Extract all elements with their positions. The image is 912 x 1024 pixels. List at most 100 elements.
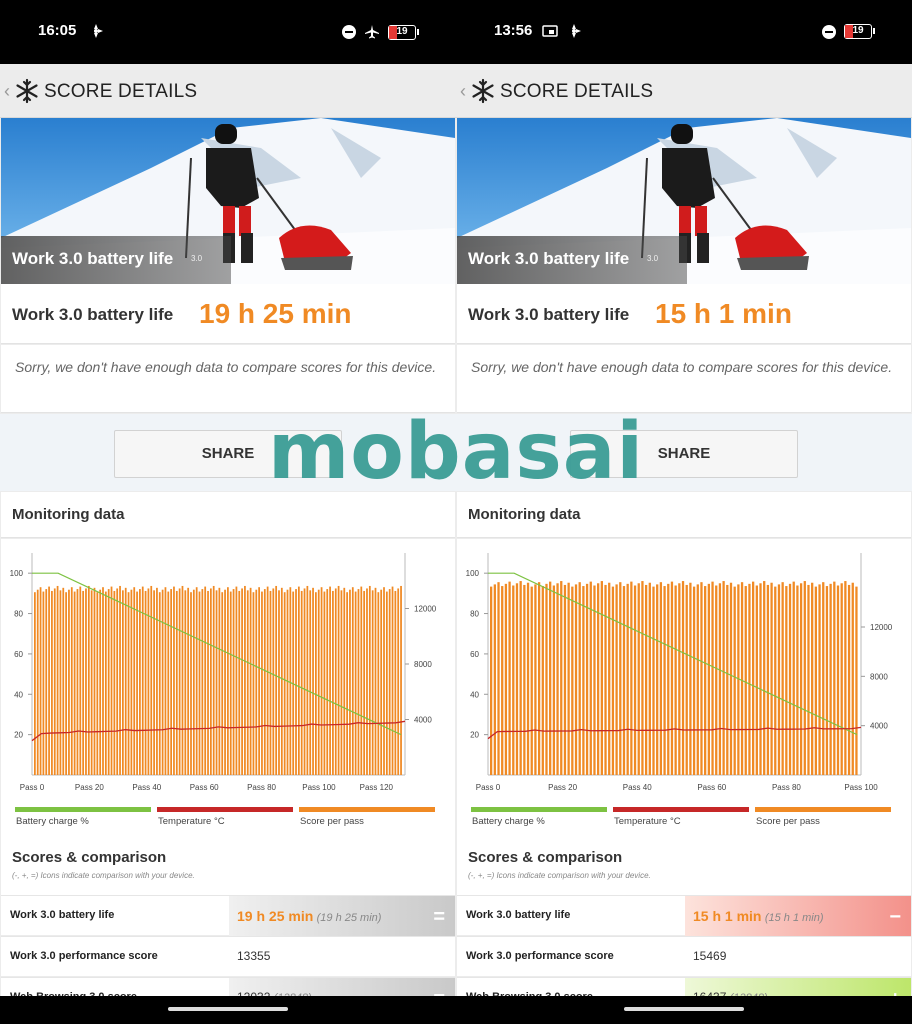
score-bar — [523, 584, 526, 775]
score-bar — [633, 585, 637, 775]
score-bar — [718, 583, 722, 775]
nav-bar — [456, 996, 912, 1024]
score-bar — [323, 591, 326, 775]
score-bar — [303, 588, 306, 775]
battery-icon: 19 — [844, 24, 875, 39]
score-bar — [266, 586, 269, 775]
y-tick-label: 40 — [470, 690, 479, 699]
y-tick-label: 20 — [14, 731, 23, 740]
back-icon[interactable]: ‹ — [4, 81, 10, 102]
page-title: SCORE DETAILS — [44, 81, 198, 102]
score-bar — [400, 585, 402, 775]
chart-svg: 100 80 60 40 20 12000 8000 4000 Pass 0 Pass 20 Pas… — [10, 553, 437, 827]
score-bar — [34, 592, 36, 775]
score-bar — [170, 589, 173, 775]
score-bar — [388, 589, 391, 775]
score-bar — [766, 584, 770, 775]
score-bar — [354, 591, 357, 775]
score-bar — [563, 584, 567, 775]
score-bar — [221, 592, 224, 775]
score-bar — [534, 584, 537, 775]
legend-swatch — [613, 807, 749, 812]
score-bar — [238, 590, 241, 775]
score-bar — [244, 585, 246, 775]
score-bar — [803, 581, 806, 775]
nav-bar — [0, 996, 456, 1024]
y-tick-label: 60 — [470, 650, 479, 659]
score-bar — [45, 589, 48, 775]
score-bar — [173, 586, 175, 775]
score-bar — [39, 587, 42, 775]
score-bar — [332, 590, 334, 775]
x-tick-label: Pass 0 — [476, 783, 501, 792]
score-bar — [241, 588, 243, 775]
scores-title: Scores & comparison — [12, 849, 167, 866]
score-bar — [320, 587, 323, 775]
no-data-message: Sorry, we don't have enough data to comp… — [457, 345, 911, 413]
score-bar — [733, 586, 736, 775]
score-bar — [190, 592, 192, 775]
airplane-icon — [365, 25, 379, 39]
status-bar: 16:05 19 — [0, 0, 456, 64]
score-bar — [578, 582, 581, 775]
score-bar — [707, 583, 710, 775]
score-bar — [619, 582, 622, 775]
screen-left: 16:05 19 ‹ SCORE DETAILS Work 3.0 batter… — [0, 0, 456, 1024]
score-bar — [357, 589, 360, 775]
score-bar — [822, 582, 825, 775]
score-bar — [337, 585, 340, 775]
score-bar — [156, 587, 158, 775]
no-data-message: Sorry, we don't have enough data to comp… — [1, 345, 455, 413]
score-bar — [630, 581, 633, 775]
table-row: Work 3.0 performance score 13355 — [1, 936, 455, 976]
score-bar — [700, 582, 703, 775]
score-bar — [113, 590, 116, 775]
score-bar — [198, 591, 201, 775]
score-bar — [515, 583, 519, 775]
score-bar — [792, 581, 795, 775]
score-bar — [227, 587, 229, 775]
score-bar — [158, 592, 161, 775]
y2-tick-label: 12000 — [870, 623, 893, 632]
hero-label: Work 3.0 battery life 3.0 — [457, 236, 687, 284]
score-bar — [374, 587, 377, 775]
score-value: 19 h 25 min — [199, 298, 352, 329]
x-tick-label: Pass 60 — [697, 783, 726, 792]
fan-icon — [94, 24, 103, 38]
score-bar — [326, 589, 329, 775]
score-bar — [184, 590, 187, 775]
score-bar — [136, 591, 138, 775]
home-indicator[interactable] — [624, 1007, 744, 1011]
x-tick-label: Pass 120 — [360, 783, 394, 792]
score-bar — [501, 586, 504, 775]
x-tick-label: Pass 60 — [190, 783, 219, 792]
score-bar — [87, 585, 90, 775]
monitoring-title: Monitoring data — [468, 506, 581, 523]
score-bar — [164, 587, 167, 775]
back-icon[interactable]: ‹ — [460, 81, 466, 102]
dnd-icon — [822, 24, 836, 39]
score-bar — [252, 592, 255, 775]
header: ‹ SCORE DETAILS — [0, 64, 456, 118]
score-bar — [62, 587, 65, 775]
score-bar — [181, 585, 184, 775]
y2-tick-label: 4000 — [870, 722, 888, 731]
score-bar — [818, 584, 821, 775]
home-indicator[interactable] — [168, 1007, 288, 1011]
score-bar — [141, 586, 144, 775]
monitoring-header: Monitoring data — [1, 492, 455, 538]
score-bar — [102, 587, 104, 775]
score-bar — [729, 582, 733, 775]
score-bar — [770, 582, 773, 775]
score-bar — [493, 584, 496, 775]
score-value: 15 h 1 min — [655, 298, 792, 329]
score-bar — [110, 586, 113, 775]
x-tick-label: Pass 40 — [623, 783, 652, 792]
dnd-icon — [342, 25, 356, 39]
monitoring-header: Monitoring data — [457, 492, 911, 538]
score-bar — [508, 581, 511, 775]
x-tick-label: Pass 0 — [20, 783, 45, 792]
score-bar — [600, 581, 603, 775]
score-bar — [272, 588, 275, 775]
score-bar — [139, 589, 141, 775]
